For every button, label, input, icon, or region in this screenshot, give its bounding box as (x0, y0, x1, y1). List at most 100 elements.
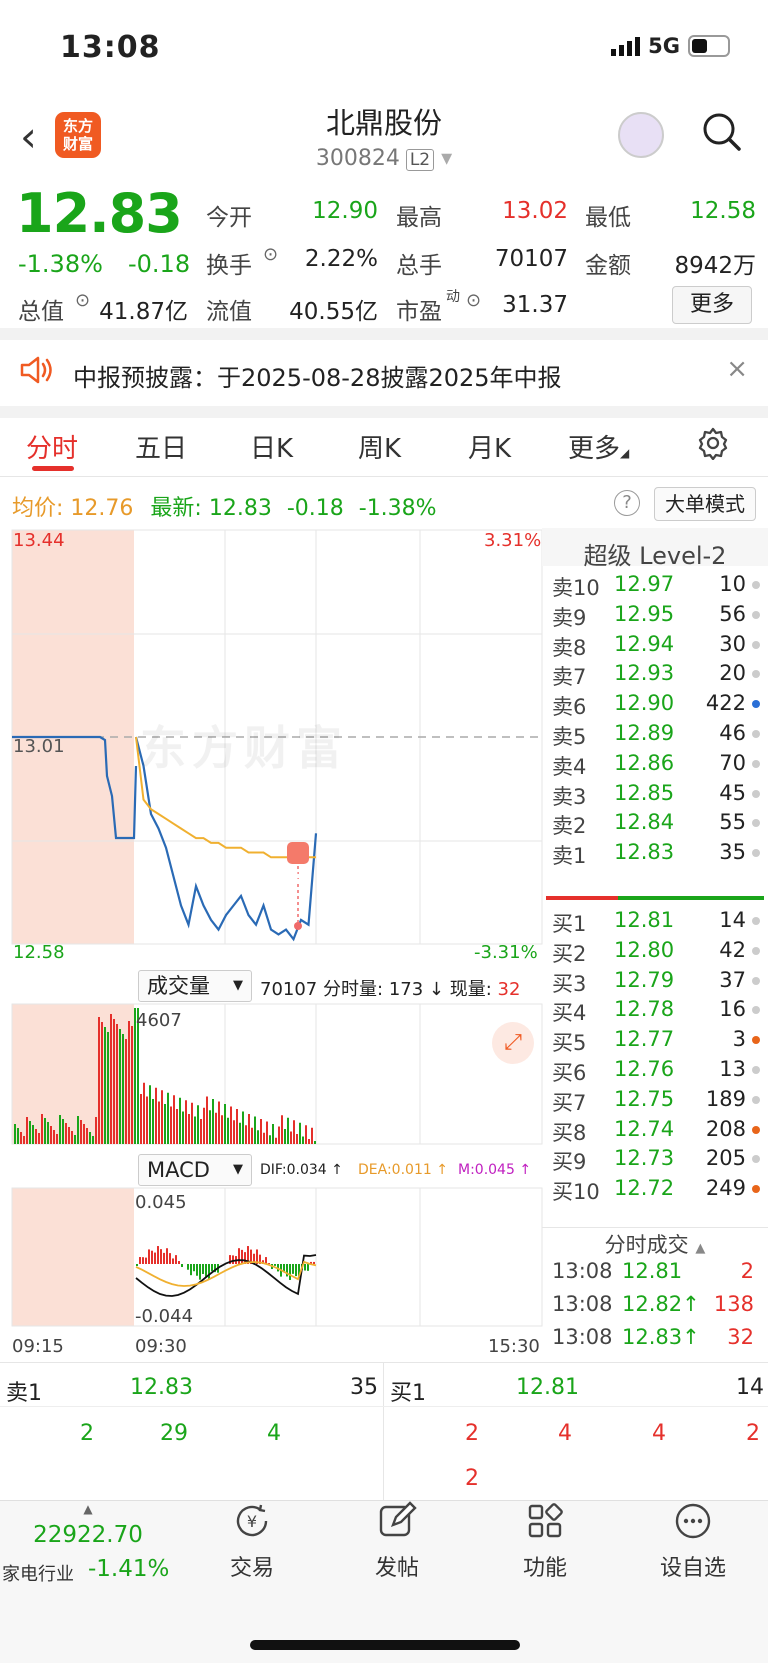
ask-dot (752, 670, 760, 679)
ask-row[interactable]: 卖7 12.93 20 (550, 661, 760, 691)
ask-volume: 20 (719, 661, 746, 686)
macd-selector[interactable]: MACD ▼ (138, 1154, 252, 1186)
ask-row[interactable]: 卖8 12.94 30 (550, 632, 760, 662)
time-end: 15:30 (488, 1336, 540, 1357)
ask-row[interactable]: 卖10 12.97 10 (550, 572, 760, 602)
amount-label: 金额 (585, 253, 631, 279)
now-vol-label: 现量: (449, 979, 492, 1000)
bid-row[interactable]: 买5 12.77 3 (550, 1027, 760, 1057)
volume-bar (215, 1112, 217, 1144)
volume-selector-label: 成交量 (147, 974, 210, 998)
tab-more[interactable]: 更多◢ (568, 428, 629, 465)
volume-bar (224, 1104, 226, 1144)
ask-row[interactable]: 卖1 12.83 35 (550, 840, 760, 870)
nav-watchlist[interactable]: 设自选 (616, 1498, 768, 1593)
info-icon[interactable]: ⊙ (466, 290, 481, 311)
mcap-value: 41.87亿 (99, 299, 188, 325)
assistant-avatar-icon[interactable] (618, 112, 664, 158)
pct-bottom-label: -3.31% (474, 942, 538, 963)
macd-top-label: 0.045 (135, 1192, 187, 1213)
intraday-chart[interactable] (0, 526, 545, 1356)
volume-selector[interactable]: 成交量 ▼ (138, 970, 252, 1002)
notice-bar[interactable]: 中报预披露：于2025-08-28披露2025年中报 × (0, 340, 768, 406)
bid-row[interactable]: 买9 12.73 205 (550, 1146, 760, 1176)
tab-intraday[interactable]: 分时 (26, 428, 78, 465)
bid-row[interactable]: 买7 12.75 189 (550, 1087, 760, 1117)
queue-buy-item: 2 (465, 1466, 479, 1491)
bid-volume: 3 (732, 1027, 746, 1052)
ask-row[interactable]: 卖3 12.85 45 (550, 781, 760, 811)
trades-title[interactable]: 分时成交 ▲ (542, 1229, 768, 1259)
nav-functions[interactable]: 功能 (468, 1498, 622, 1593)
queue-buy-item: 2 (746, 1421, 760, 1446)
tab-5day[interactable]: 五日 (135, 428, 187, 465)
bid-row[interactable]: 买3 12.79 37 (550, 968, 760, 998)
ask-price: 12.95 (614, 601, 675, 626)
ask-row[interactable]: 卖5 12.89 46 (550, 721, 760, 751)
ask-dot (752, 759, 760, 768)
ask-row[interactable]: 卖4 12.86 70 (550, 751, 760, 781)
bid-row[interactable]: 买4 12.78 16 (550, 997, 760, 1027)
info-icon[interactable]: ⊙ (263, 244, 278, 265)
volume-bar (77, 1116, 79, 1144)
bid-volume: 42 (719, 937, 746, 962)
tab-monthly-k[interactable]: 月K (468, 428, 511, 465)
volume-bar (227, 1117, 229, 1144)
macd-bar (313, 1261, 315, 1264)
bid-price: 12.80 (614, 937, 675, 962)
index-value[interactable]: 22922.70 (0, 1522, 176, 1548)
index-name[interactable]: 家电行业 (2, 1560, 74, 1586)
amount-value: 8942万 (674, 253, 756, 279)
buy-point (294, 922, 302, 930)
info-icon[interactable]: ⊙ (75, 290, 90, 311)
close-icon[interactable]: × (726, 354, 748, 384)
big-order-mode-button[interactable]: 大单模式 (654, 487, 756, 521)
more-button[interactable]: 更多 (672, 286, 752, 324)
bid-row[interactable]: 买10 12.72 249 (550, 1176, 760, 1206)
nav-trade[interactable]: ¥ 交易 (175, 1498, 329, 1593)
tab-daily-k[interactable]: 日K (250, 428, 293, 465)
volume-bar (179, 1097, 181, 1144)
volume-bar (185, 1100, 187, 1144)
bid-row[interactable]: 买1 12.81 14 (550, 908, 760, 938)
macd-bar (178, 1261, 180, 1264)
macd-bottom-label: -0.044 (135, 1306, 194, 1327)
settings-gear-icon[interactable] (696, 426, 730, 464)
float-value: 40.55亿 (289, 299, 378, 325)
pe-sup: 动 (446, 289, 460, 305)
queue-buy-item: 4 (558, 1421, 572, 1446)
volume-bar (278, 1126, 280, 1144)
bid-price: 12.73 (614, 1146, 675, 1171)
volume-bar (299, 1122, 301, 1144)
tab-weekly-k[interactable]: 周K (358, 428, 401, 465)
trade-time: 13:08 (552, 1325, 613, 1349)
macd-bar (292, 1264, 294, 1274)
trade-row: 13:08 12.83↑ 32 (550, 1325, 760, 1359)
help-icon[interactable]: ? (614, 490, 640, 516)
bid-level: 买4 (552, 1001, 587, 1026)
nav-trade-label: 交易 (229, 1556, 274, 1581)
bid-row[interactable]: 买6 12.76 13 (550, 1057, 760, 1087)
network-label: 5G (648, 34, 680, 58)
nav-post[interactable]: 发帖 (320, 1498, 474, 1593)
volume-total: 70107 (260, 979, 318, 1000)
volume-bar (260, 1119, 262, 1144)
volume-bar (122, 1034, 124, 1144)
volume-bar (92, 1136, 94, 1144)
search-icon[interactable] (702, 112, 742, 156)
volume-value: 70107 (494, 246, 568, 272)
volume-bar (65, 1123, 67, 1144)
ask-row[interactable]: 卖2 12.84 55 (550, 810, 760, 840)
ask-price: 12.86 (614, 750, 675, 775)
divider (0, 476, 768, 477)
volume-bar (164, 1104, 166, 1144)
bid-row[interactable]: 买8 12.74 208 (550, 1117, 760, 1147)
volume-bar (200, 1119, 202, 1144)
open-label: 今开 (206, 205, 252, 231)
ask-row[interactable]: 卖6 12.90 422 (550, 691, 760, 721)
ask-row[interactable]: 卖9 12.95 56 (550, 602, 760, 632)
expand-icon[interactable]: ⤢ (492, 1022, 534, 1064)
bid-row[interactable]: 买2 12.80 42 (550, 938, 760, 968)
volume-bar (302, 1136, 304, 1144)
volume-bar (284, 1129, 286, 1144)
